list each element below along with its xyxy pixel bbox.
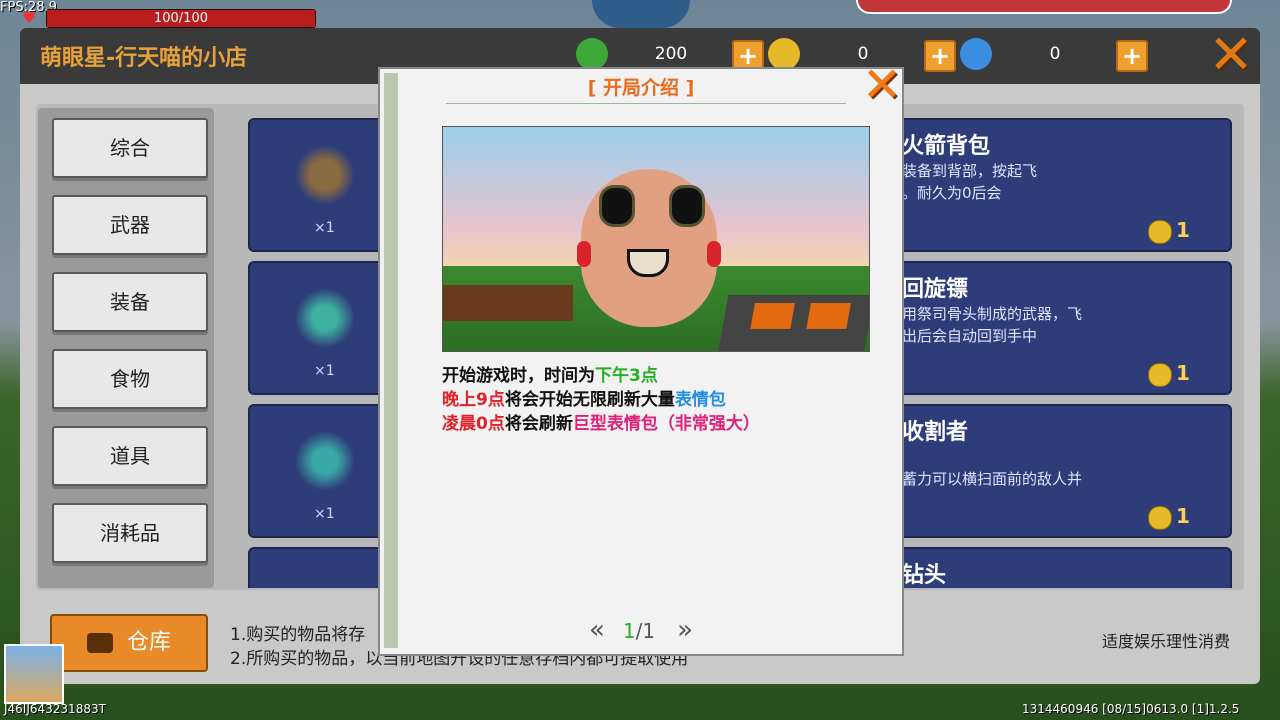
shop-title: 萌眼星-行天喵的小店 bbox=[40, 46, 248, 71]
category-equipment[interactable]: 装备 bbox=[52, 272, 208, 332]
mouth bbox=[627, 249, 669, 277]
title-divider bbox=[446, 103, 846, 104]
category-weapons[interactable]: 武器 bbox=[52, 195, 208, 255]
intro-line-2: 晚上9点将会开始无限刷新大量表情包 bbox=[442, 390, 726, 410]
category-consumables[interactable]: 消耗品 bbox=[52, 503, 208, 563]
category-food[interactable]: 食物 bbox=[52, 349, 208, 409]
left-cheek bbox=[577, 241, 591, 267]
left-eye bbox=[599, 185, 635, 227]
dialog-side-strip bbox=[384, 73, 398, 648]
item-quantity: ×1 bbox=[314, 363, 335, 379]
held-gun bbox=[717, 295, 869, 351]
gold-coin-icon bbox=[1148, 220, 1172, 244]
item-price: 1 bbox=[1176, 361, 1190, 385]
fence-block bbox=[443, 285, 573, 321]
player-uid: J46IJ643231883T bbox=[4, 702, 106, 716]
prev-page-button[interactable]: « bbox=[589, 615, 605, 645]
item-price: 1 bbox=[1176, 218, 1190, 242]
blue-m-coin-icon bbox=[960, 38, 992, 70]
page-current: 1 bbox=[622, 619, 636, 643]
green-gem-coin-icon bbox=[576, 38, 608, 70]
right-cheek bbox=[707, 241, 721, 267]
intro-preview-image bbox=[442, 126, 870, 352]
item-description: 蓄力可以横扫面前的敌人并 bbox=[902, 470, 1083, 488]
add-gold-currency-button[interactable]: + bbox=[924, 40, 956, 72]
currency-blue: 0 + bbox=[960, 36, 1150, 74]
add-blue-currency-button[interactable]: + bbox=[1116, 40, 1148, 72]
rocket-backpack-icon bbox=[290, 140, 360, 210]
item-quantity: ×1 bbox=[314, 506, 335, 522]
currency-value: 0 bbox=[1049, 44, 1061, 64]
intro-line-3: 凌晨0点将会刷新巨型表情包（非常强大） bbox=[442, 414, 760, 434]
item-quantity: ×1 bbox=[314, 220, 335, 236]
heart-icon: ♥ bbox=[22, 8, 37, 27]
item-description: 装备到背部，按起飞 。耐久为0后会 bbox=[902, 162, 1038, 202]
moderate-consumption-note: 适度娱乐理性消费 bbox=[1102, 632, 1231, 651]
item-name: 钻头 bbox=[902, 563, 947, 588]
category-tools[interactable]: 道具 bbox=[52, 426, 208, 486]
dialog-title: [ 开局介绍 ] bbox=[587, 77, 695, 99]
chest-icon bbox=[86, 633, 113, 653]
gold-coin-icon bbox=[1148, 363, 1172, 387]
player-avatar[interactable] bbox=[4, 644, 64, 704]
page-total: /1 bbox=[635, 619, 656, 643]
health-text: 100/100 bbox=[153, 11, 208, 26]
shop-close-button[interactable]: ✕ bbox=[1206, 28, 1256, 82]
tip-line-1: 1.购买的物品将存 bbox=[230, 625, 366, 645]
item-price: 1 bbox=[1176, 504, 1190, 528]
item-name: 收割者 bbox=[902, 420, 969, 445]
top-banner bbox=[856, 0, 1232, 14]
compass-top bbox=[592, 0, 690, 28]
right-eye bbox=[669, 185, 705, 227]
emoji-face bbox=[577, 169, 721, 327]
version-info: 1314460946 [08/15]0613.0 [1]1.2.5 bbox=[1022, 702, 1240, 716]
intro-dialog: [ 开局介绍 ] ✕ 开始游戏时，时间为下午3点 晚上9点将会开始无限刷新大量表… bbox=[378, 61, 904, 656]
pager: « 1/1 » bbox=[380, 615, 902, 645]
next-page-button[interactable]: » bbox=[677, 615, 693, 645]
gun-stripe bbox=[750, 303, 795, 329]
reaper-weapon-icon bbox=[290, 426, 360, 496]
boomerang-wings-icon bbox=[290, 283, 360, 353]
category-list: 综合 武器 装备 食物 道具 消耗品 bbox=[38, 108, 214, 588]
gold-coin-icon bbox=[768, 38, 800, 70]
category-all[interactable]: 综合 bbox=[52, 118, 208, 178]
warehouse-label: 仓库 bbox=[126, 630, 171, 655]
item-name: 火箭背包 bbox=[902, 134, 991, 159]
gold-coin-icon bbox=[1148, 506, 1172, 530]
item-name: 回旋镖 bbox=[902, 277, 969, 302]
warehouse-button[interactable]: 仓库 bbox=[50, 614, 208, 672]
health-bar: 100/100 bbox=[46, 9, 316, 28]
gun-stripe bbox=[806, 303, 851, 329]
intro-line-1: 开始游戏时，时间为下午3点 bbox=[442, 366, 658, 386]
item-description: 用祭司骨头制成的武器，飞 出后会自动回到手中 bbox=[902, 305, 1083, 345]
currency-value: 200 bbox=[654, 44, 688, 64]
dialog-close-button[interactable]: ✕ bbox=[858, 61, 906, 109]
